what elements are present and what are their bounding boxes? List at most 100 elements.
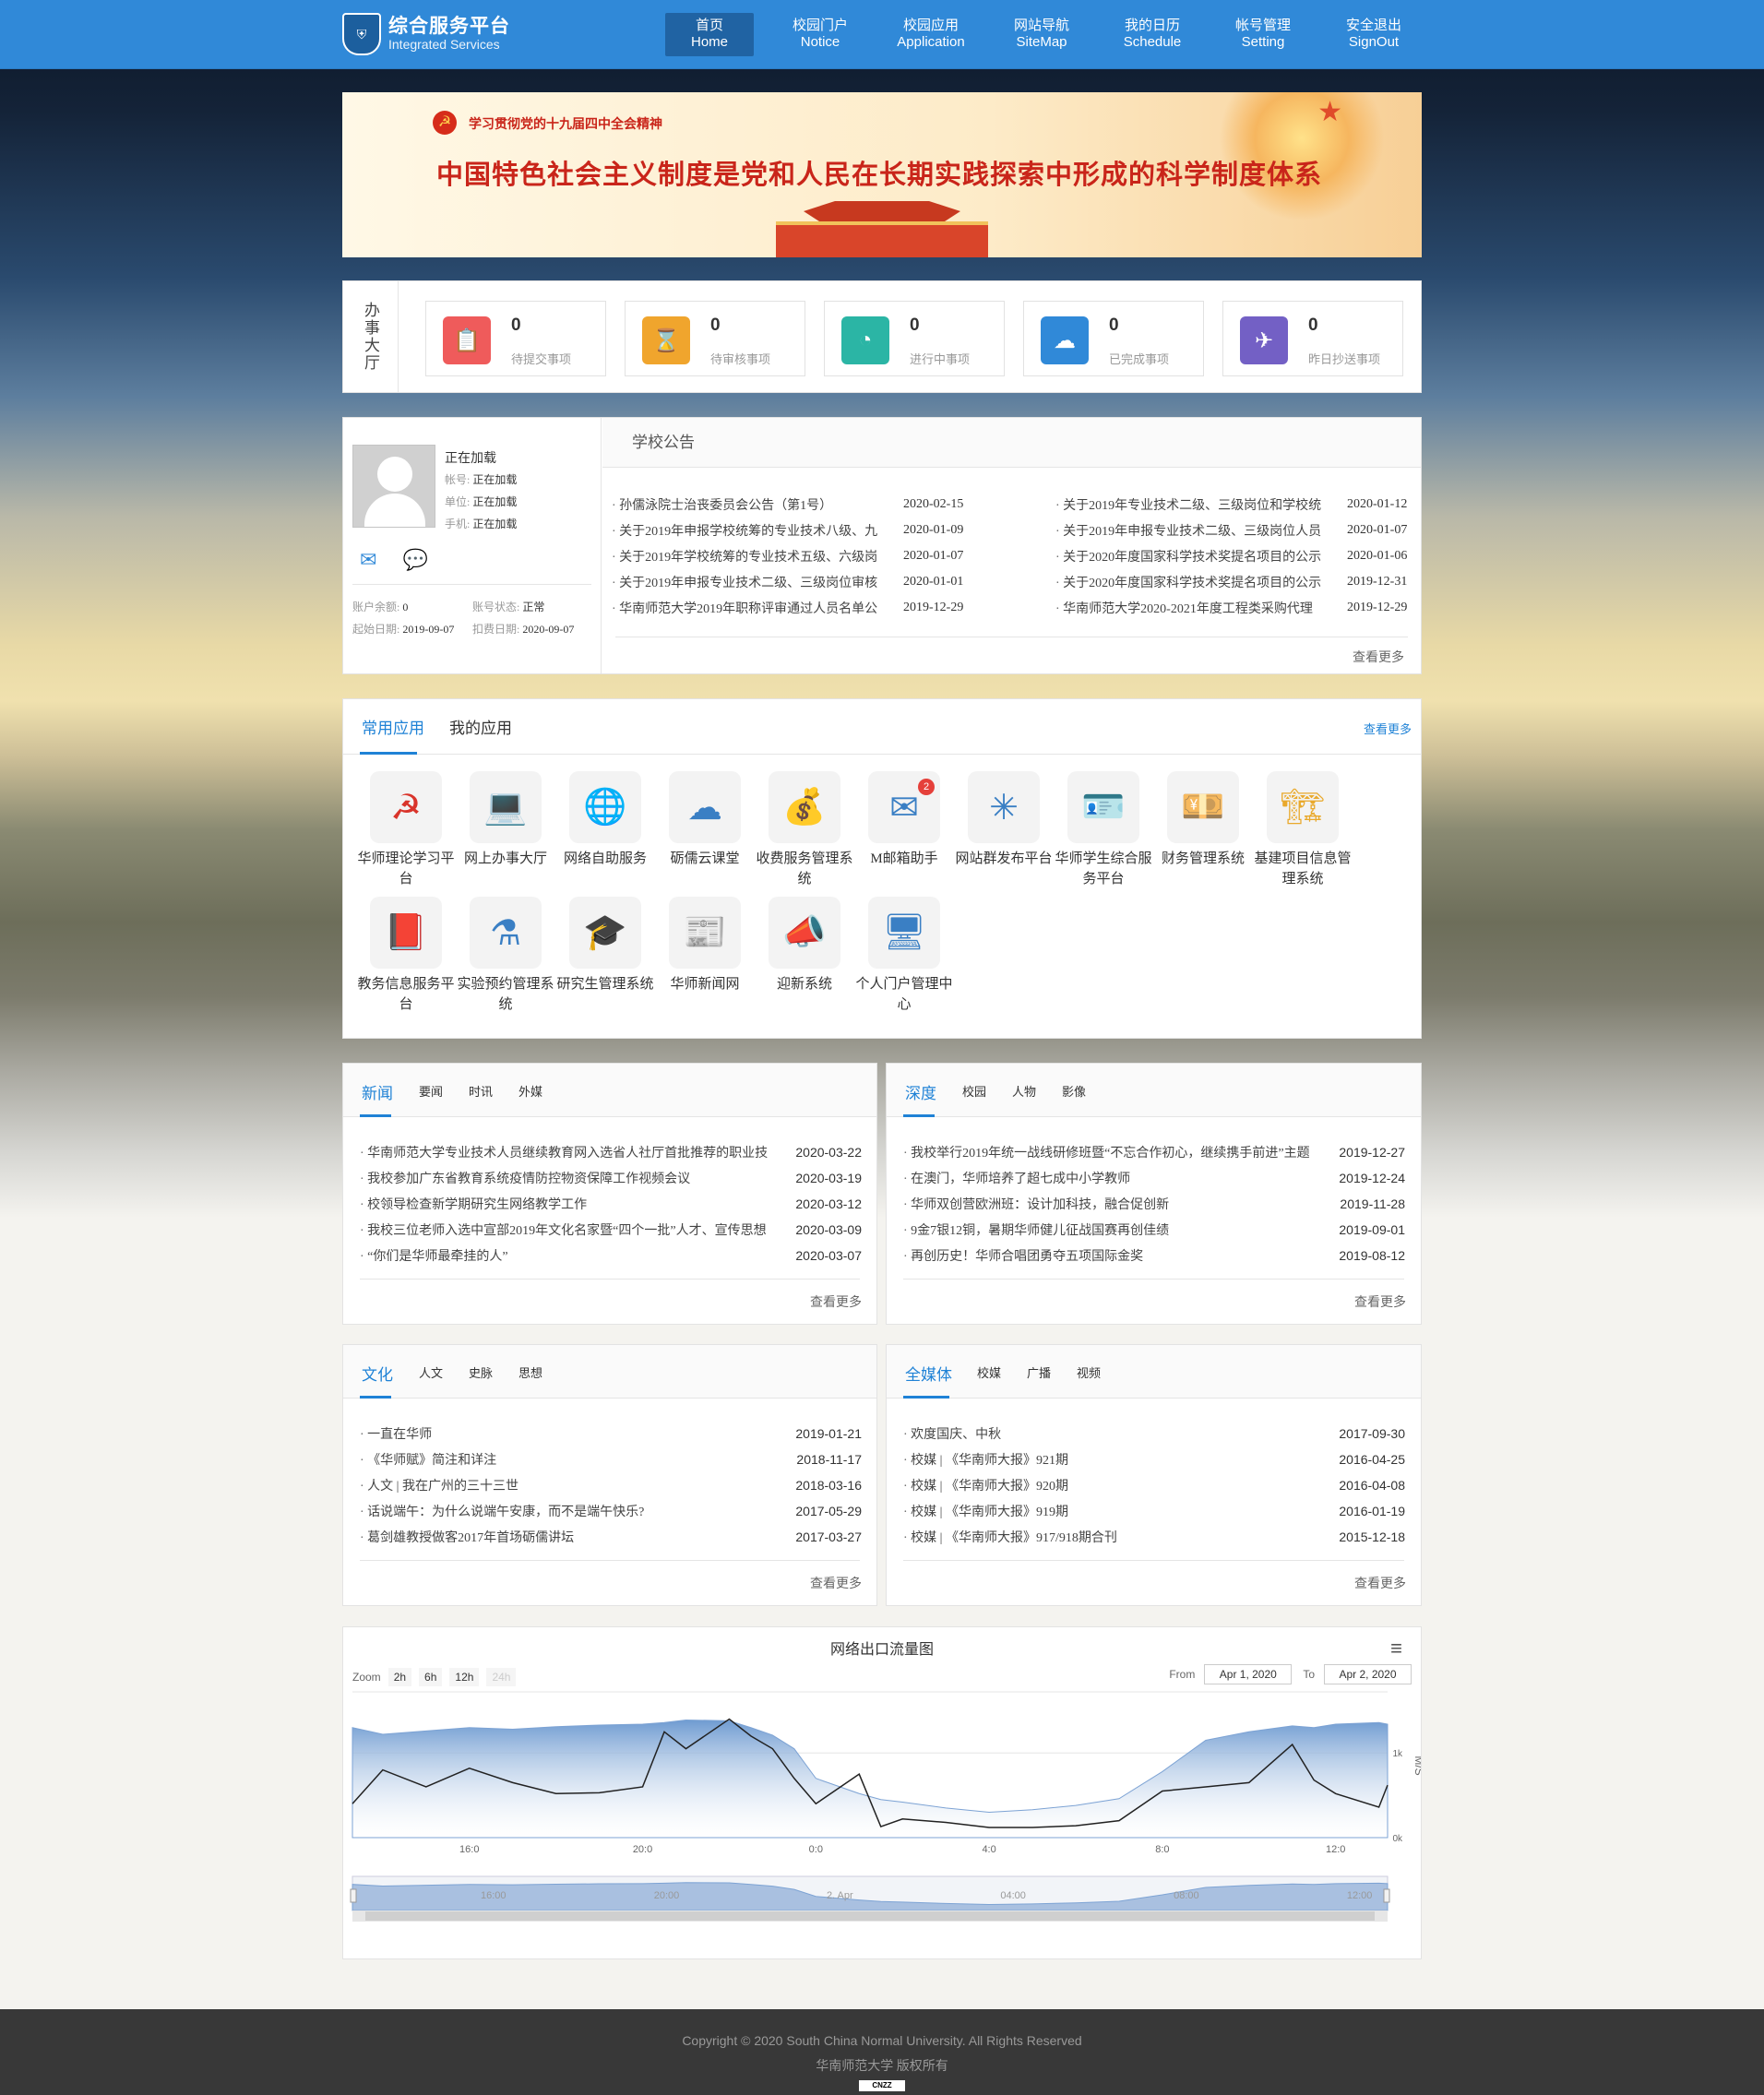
notice-item[interactable]: · 关于2019年专业技术二级、三级岗位和学校统 2020-01-12	[1055, 492, 1443, 518]
news-item[interactable]: · 校媒 | 《华南师大报》917/918期合刊 2015-12-18	[903, 1524, 1405, 1550]
box-tab-sub[interactable]: 校媒	[977, 1363, 1001, 1381]
box-more-link[interactable]: 查看更多	[810, 1292, 862, 1311]
cnzz-badge[interactable]: CNZZ	[859, 2080, 905, 2091]
nav-item-application[interactable]: 校园应用 Application	[887, 13, 975, 56]
box-tab-sub[interactable]: 影像	[1062, 1082, 1086, 1100]
box-tab-main[interactable]: 深度	[905, 1080, 936, 1103]
news-item[interactable]: · 校领导检查新学期研究生网络教学工作 2020-03-12	[360, 1191, 862, 1217]
nav-item-home[interactable]: 首页 Home	[665, 13, 754, 56]
news-item[interactable]: · 校媒 | 《华南师大报》919期 2016-01-19	[903, 1498, 1405, 1524]
news-item[interactable]: · 校媒 | 《华南师大报》920期 2016-04-08	[903, 1472, 1405, 1498]
box-tab-main[interactable]: 新闻	[362, 1080, 393, 1103]
app-tile[interactable]: ⚗ 实验预约管理系统	[456, 897, 555, 1015]
news-item[interactable]: · 华南师范大学专业技术人员继续教育网入选省人社厅首批推荐的职业技 2020-03…	[360, 1139, 862, 1165]
notice-item[interactable]: · 关于2020年度国家科学技术奖提名项目的公示 2020-01-06	[1055, 543, 1443, 569]
stat-card[interactable]: ◔ 0 进行中事项	[824, 301, 1005, 376]
box-tab-sub[interactable]: 思想	[518, 1363, 542, 1381]
box-tab-sub[interactable]: 视频	[1077, 1363, 1101, 1381]
box-tab-sub[interactable]: 广播	[1027, 1363, 1051, 1381]
news-item[interactable]: · 话说端午：为什么说端午安康，而不是端午快乐? 2017-05-29	[360, 1498, 862, 1524]
app-tile[interactable]: 💴 财务管理系统	[1153, 771, 1253, 869]
news-title: 华师双创营欧洲班：设计加科技，融合促创新	[911, 1198, 1170, 1212]
tab-common-apps[interactable]: 常用应用	[362, 715, 424, 738]
news-item[interactable]: · 再创历史！华师合唱团勇夺五项国际金奖 2019-08-12	[903, 1243, 1405, 1268]
stat-card[interactable]: 📋 0 待提交事项	[425, 301, 606, 376]
news-item[interactable]: · 校媒 | 《华南师大报》921期 2016-04-25	[903, 1446, 1405, 1472]
site-logo[interactable]: ⛨ 综合服务平台 Integrated Services	[342, 11, 510, 57]
to-date-input[interactable]: Apr 2, 2020	[1324, 1664, 1412, 1684]
nav-item-sitemap[interactable]: 网站导航 SiteMap	[997, 13, 1086, 56]
stat-label: 已完成事项	[1109, 352, 1170, 366]
app-tile[interactable]: 🖥 个人门户管理中心	[854, 897, 954, 1015]
box-more-link[interactable]: 查看更多	[1354, 1574, 1406, 1592]
news-title: 人文 | 我在广州的三十三世	[367, 1480, 518, 1494]
nav-item-notice[interactable]: 校园门户 Notice	[776, 13, 864, 56]
box-tab-main[interactable]: 文化	[362, 1362, 393, 1385]
nav-item-signout[interactable]: 安全退出 SignOut	[1329, 13, 1418, 56]
tab-my-apps[interactable]: 我的应用	[449, 715, 512, 738]
notice-item[interactable]: · 关于2019年申报学校统筹的专业技术八级、九 2020-01-09	[612, 518, 999, 543]
app-tile[interactable]: ✳ 网站群发布平台	[954, 771, 1054, 869]
avatar[interactable]	[352, 445, 435, 528]
notice-title: 关于2019年专业技术二级、三级岗位和学校统	[1063, 499, 1322, 513]
app-tile[interactable]: 💰 收费服务管理系统	[755, 771, 854, 889]
box-tab-sub[interactable]: 校园	[962, 1082, 986, 1100]
box-tab-sub[interactable]: 要闻	[419, 1082, 443, 1100]
nav-item-schedule[interactable]: 我的日历 Schedule	[1108, 13, 1197, 56]
from-label: From	[1169, 1668, 1196, 1681]
from-date-input[interactable]: Apr 1, 2020	[1204, 1664, 1293, 1684]
box-tab-main[interactable]: 全媒体	[905, 1362, 952, 1385]
notice-item[interactable]: · 关于2020年度国家科学技术奖提名项目的公示 2019-12-31	[1055, 569, 1443, 595]
news-item[interactable]: · 欢度国庆、中秋 2017-09-30	[903, 1421, 1405, 1446]
news-item[interactable]: · 葛剑雄教授做客2017年首场砺儒讲坛 2017-03-27	[360, 1524, 862, 1550]
notices-more-link[interactable]: 查看更多	[1353, 648, 1404, 666]
stat-card[interactable]: ⌛ 0 待审核事项	[625, 301, 805, 376]
news-item[interactable]: · 在澳门，华师培养了超七成中小学教师 2019-12-24	[903, 1165, 1405, 1191]
box-more-link[interactable]: 查看更多	[1354, 1292, 1406, 1311]
app-tile[interactable]: 🌐 网络自助服务	[555, 771, 655, 869]
apps-more-link[interactable]: 查看更多	[1364, 720, 1412, 737]
news-item[interactable]: · 《华师赋》简注和详注 2018-11-17	[360, 1446, 862, 1472]
stat-card[interactable]: ☁ 0 已完成事项	[1023, 301, 1204, 376]
notice-item[interactable]: · 华南师范大学2019年职称评审通过人员名单公 2019-12-29	[612, 595, 999, 621]
nav-label-en: SignOut	[1348, 34, 1400, 50]
chat-icon[interactable]: 💬	[402, 548, 427, 572]
logo-title-en: Integrated Services	[388, 37, 500, 52]
app-tile[interactable]: ☁ 砺儒云课堂	[655, 771, 755, 869]
notice-item[interactable]: · 关于2019年申报专业技术二级、三级岗位人员 2020-01-07	[1055, 518, 1443, 543]
news-item[interactable]: · 一直在华师 2019-01-21	[360, 1421, 862, 1446]
notice-item[interactable]: · 关于2019年学校统筹的专业技术五级、六级岗 2020-01-07	[612, 543, 999, 569]
box-tab-sub[interactable]: 时讯	[469, 1082, 493, 1100]
app-tile[interactable]: 🪪 华师学生综合服务平台	[1054, 771, 1153, 889]
hero-banner[interactable]: ★ ☭ 学习贯彻党的十九届四中全会精神 中国特色社会主义制度是党和人民在长期实践…	[342, 92, 1422, 257]
app-tile[interactable]: ✉ 2 M邮箱助手	[854, 771, 954, 869]
app-tile[interactable]: 💻 网上办事大厅	[456, 771, 555, 869]
notice-item[interactable]: · 华南师范大学2020-2021年度工程类采购代理 2019-12-29	[1055, 595, 1443, 621]
chart-menu-icon[interactable]: ≡	[1390, 1637, 1402, 1661]
news-item[interactable]: · “你们是华师最牵挂的人” 2020-03-07	[360, 1243, 862, 1268]
news-item[interactable]: · 我校参加广东省教育系统疫情防控物资保障工作视频会议 2020-03-19	[360, 1165, 862, 1191]
nav-item-setting[interactable]: 帐号管理 Setting	[1219, 13, 1307, 56]
flask-icon: ⚗	[470, 897, 542, 969]
news-item[interactable]: · 华师双创营欧洲班：设计加科技，融合促创新 2019-11-28	[903, 1191, 1405, 1217]
app-tile[interactable]: 🎓 研究生管理系统	[555, 897, 655, 994]
copyright-text: Copyright © 2020 South China Normal Univ…	[682, 2033, 1082, 2048]
news-item[interactable]: · 9金7银12铜，暑期华师健儿征战国赛再创佳绩 2019-09-01	[903, 1217, 1405, 1243]
app-tile[interactable]: ☭ 华师理论学习平台	[356, 771, 456, 889]
news-item[interactable]: · 我校举行2019年统一战线研修班暨“不忘合作初心，继续携手前进”主题 2019…	[903, 1139, 1405, 1165]
box-tab-sub[interactable]: 史脉	[469, 1363, 493, 1381]
news-item[interactable]: · 我校三位老师入选中宣部2019年文化名家暨“四个一批”人才、宣传思想 2020…	[360, 1217, 862, 1243]
mail-icon[interactable]: ✉	[360, 548, 376, 572]
app-tile[interactable]: 📰 华师新闻网	[655, 897, 755, 994]
box-tab-sub[interactable]: 人文	[419, 1363, 443, 1381]
app-tile[interactable]: 🏗 基建项目信息管理系统	[1253, 771, 1353, 889]
box-tab-sub[interactable]: 人物	[1012, 1082, 1036, 1100]
app-tile[interactable]: 📕 教务信息服务平台	[356, 897, 456, 1015]
app-tile[interactable]: 📣 迎新系统	[755, 897, 854, 994]
news-item[interactable]: · 人文 | 我在广州的三十三世 2018-03-16	[360, 1472, 862, 1498]
box-tab-sub[interactable]: 外媒	[518, 1082, 542, 1100]
stat-card[interactable]: ✈ 0 昨日抄送事项	[1222, 301, 1403, 376]
notice-item[interactable]: · 孙儒泳院士治丧委员会公告（第1号） 2020-02-15	[612, 492, 999, 518]
notice-item[interactable]: · 关于2019年申报专业技术二级、三级岗位审核 2020-01-01	[612, 569, 999, 595]
box-more-link[interactable]: 查看更多	[810, 1574, 862, 1592]
